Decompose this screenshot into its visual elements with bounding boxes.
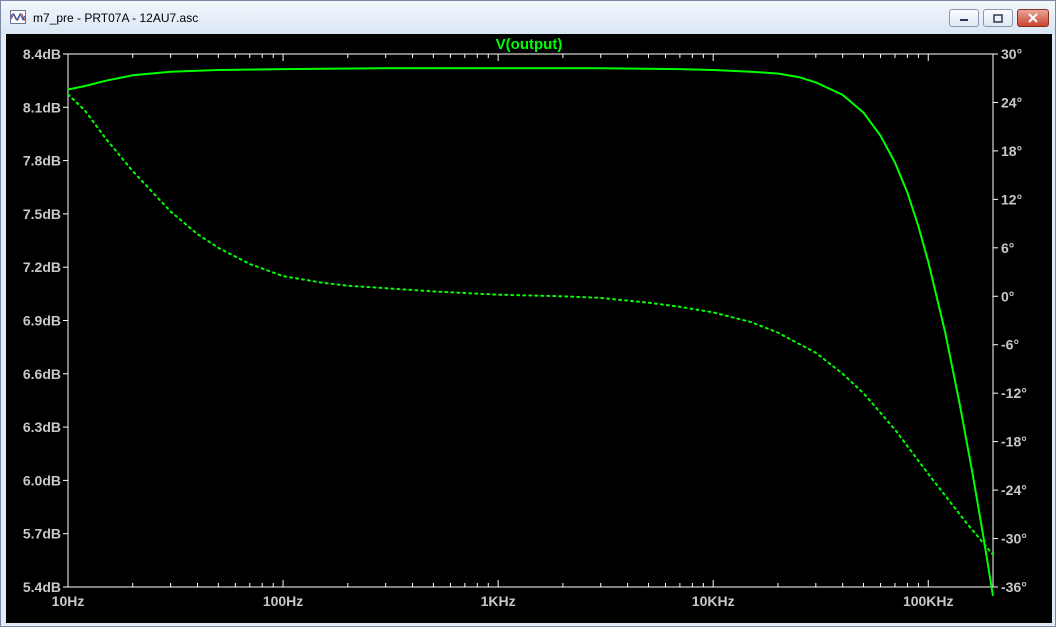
bode-plot[interactable]: V(output) 10Hz 100Hz 1KHz 10KHz 100KHz 8.4dB 8… xyxy=(6,34,1052,623)
y-left-tick-label: 7.5dB xyxy=(23,206,61,222)
y-left-tick-label: 6.6dB xyxy=(23,366,61,382)
y-right-tick-label: 0° xyxy=(1001,288,1014,304)
minimize-icon xyxy=(960,19,968,21)
y-left-tick-label: 8.4dB xyxy=(23,46,61,62)
y-right-tick-label: -36° xyxy=(1001,579,1027,595)
y-right-tick-label: -24° xyxy=(1001,482,1027,498)
y-right-tick-label: -18° xyxy=(1001,434,1027,450)
title-bar[interactable]: m7_pre - PRT07A - 12AU7.asc xyxy=(1,1,1055,34)
y-right-tick-label: 30° xyxy=(1001,46,1022,62)
y-left-tick-label: 6.0dB xyxy=(23,472,61,488)
y-left-tick-label: 7.2dB xyxy=(23,259,61,275)
window-title: m7_pre - PRT07A - 12AU7.asc xyxy=(33,11,199,25)
minimize-button[interactable] xyxy=(949,9,979,27)
y-left-tick-label: 5.4dB xyxy=(23,579,61,595)
maximize-icon xyxy=(993,13,1003,23)
y-left-tick-label: 6.9dB xyxy=(23,313,61,329)
close-button[interactable] xyxy=(1017,9,1049,27)
close-icon xyxy=(1028,13,1038,23)
y-right-tick-label: -12° xyxy=(1001,385,1027,401)
y-right-tick-label: 12° xyxy=(1001,191,1022,207)
maximize-button[interactable] xyxy=(983,9,1013,27)
y-right-tick-label: 6° xyxy=(1001,240,1014,256)
plot-area[interactable]: V(output) 10Hz 100Hz 1KHz 10KHz 100KHz 8.4dB 8… xyxy=(6,34,1052,623)
chart-title: V(output) xyxy=(496,36,563,53)
x-tick-label: 10Hz xyxy=(52,593,85,609)
y-right-tick-label: -30° xyxy=(1001,531,1027,547)
x-tick-label: 100KHz xyxy=(903,593,954,609)
x-tick-label: 1KHz xyxy=(481,593,516,609)
x-tick-label: 10KHz xyxy=(692,593,735,609)
x-tick-label: 100Hz xyxy=(263,593,303,609)
y-right-tick-label: 18° xyxy=(1001,143,1022,159)
plot-frame xyxy=(67,53,994,588)
y-left-tick-label: 8.1dB xyxy=(23,99,61,115)
magnitude-trace xyxy=(67,67,994,597)
waveform-window: m7_pre - PRT07A - 12AU7.asc V(output) 10… xyxy=(0,0,1056,627)
y-right-tick-label: 24° xyxy=(1001,94,1022,110)
y-left-tick-label: 7.8dB xyxy=(23,153,61,169)
y-left-tick-label: 6.3dB xyxy=(23,419,61,435)
waveform-viewer-icon xyxy=(10,10,26,24)
y-left-tick-label: 5.7dB xyxy=(23,526,61,542)
y-right-tick-label: -6° xyxy=(1001,337,1019,353)
phase-trace xyxy=(67,93,994,556)
